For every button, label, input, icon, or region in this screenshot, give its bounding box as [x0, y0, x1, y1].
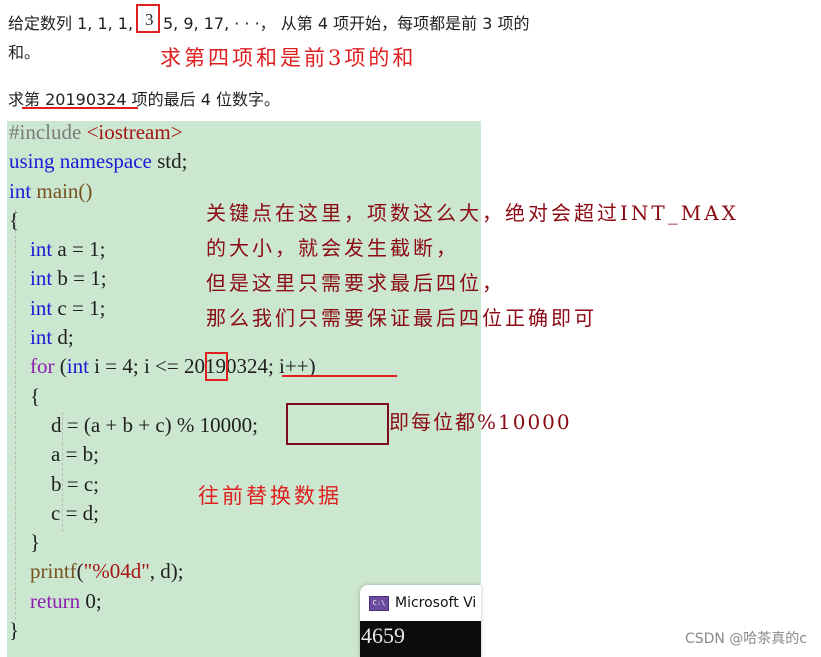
problem-line-1: 给定数列 1, 1, 1, — [8, 10, 133, 34]
problem-line-2: 和。 — [8, 43, 41, 62]
console-output: 4659 — [360, 621, 481, 657]
console-app-icon: C:\ — [369, 595, 389, 611]
annotation-modulo: 即每位都%10000 — [389, 410, 572, 434]
highlight-box-term-3 — [136, 4, 160, 33]
watermark: CSDN @哈茶真的c — [684, 631, 807, 647]
sequence-prefix: 给定数列 1, 1, 1, — [8, 14, 134, 33]
annotation-key-point: 关键点在这里，项数这么大，绝对会超过INT_MAX 的大小，就会发生截断， 但是… — [206, 201, 739, 330]
modulo-expression: % 10000; — [176, 412, 258, 437]
highlight-box-loop-start — [205, 352, 228, 381]
console-title: Microsoft Vi — [395, 595, 477, 611]
highlight-box-modulo — [286, 403, 389, 445]
code-include-header: <iostream> — [86, 120, 183, 144]
loop-start-value: 4 — [122, 354, 133, 379]
underline-target-term — [22, 107, 138, 109]
code-include-directive: #include — [9, 120, 82, 144]
console-window[interactable]: C:\ Microsoft Vi 4659 — [360, 585, 481, 657]
console-title-bar[interactable]: C:\ Microsoft Vi — [360, 585, 481, 621]
annotation-shift-data: 往前替换数据 — [198, 484, 342, 508]
annotation-fourth-term: 求第四项和是前3项的和 — [160, 46, 417, 70]
underline-loop-bound — [282, 375, 397, 377]
problem-line-1-rest: 5, 9, 17, · · ·， 从第 4 项开始，每项都是前 3 项的 — [163, 14, 530, 33]
